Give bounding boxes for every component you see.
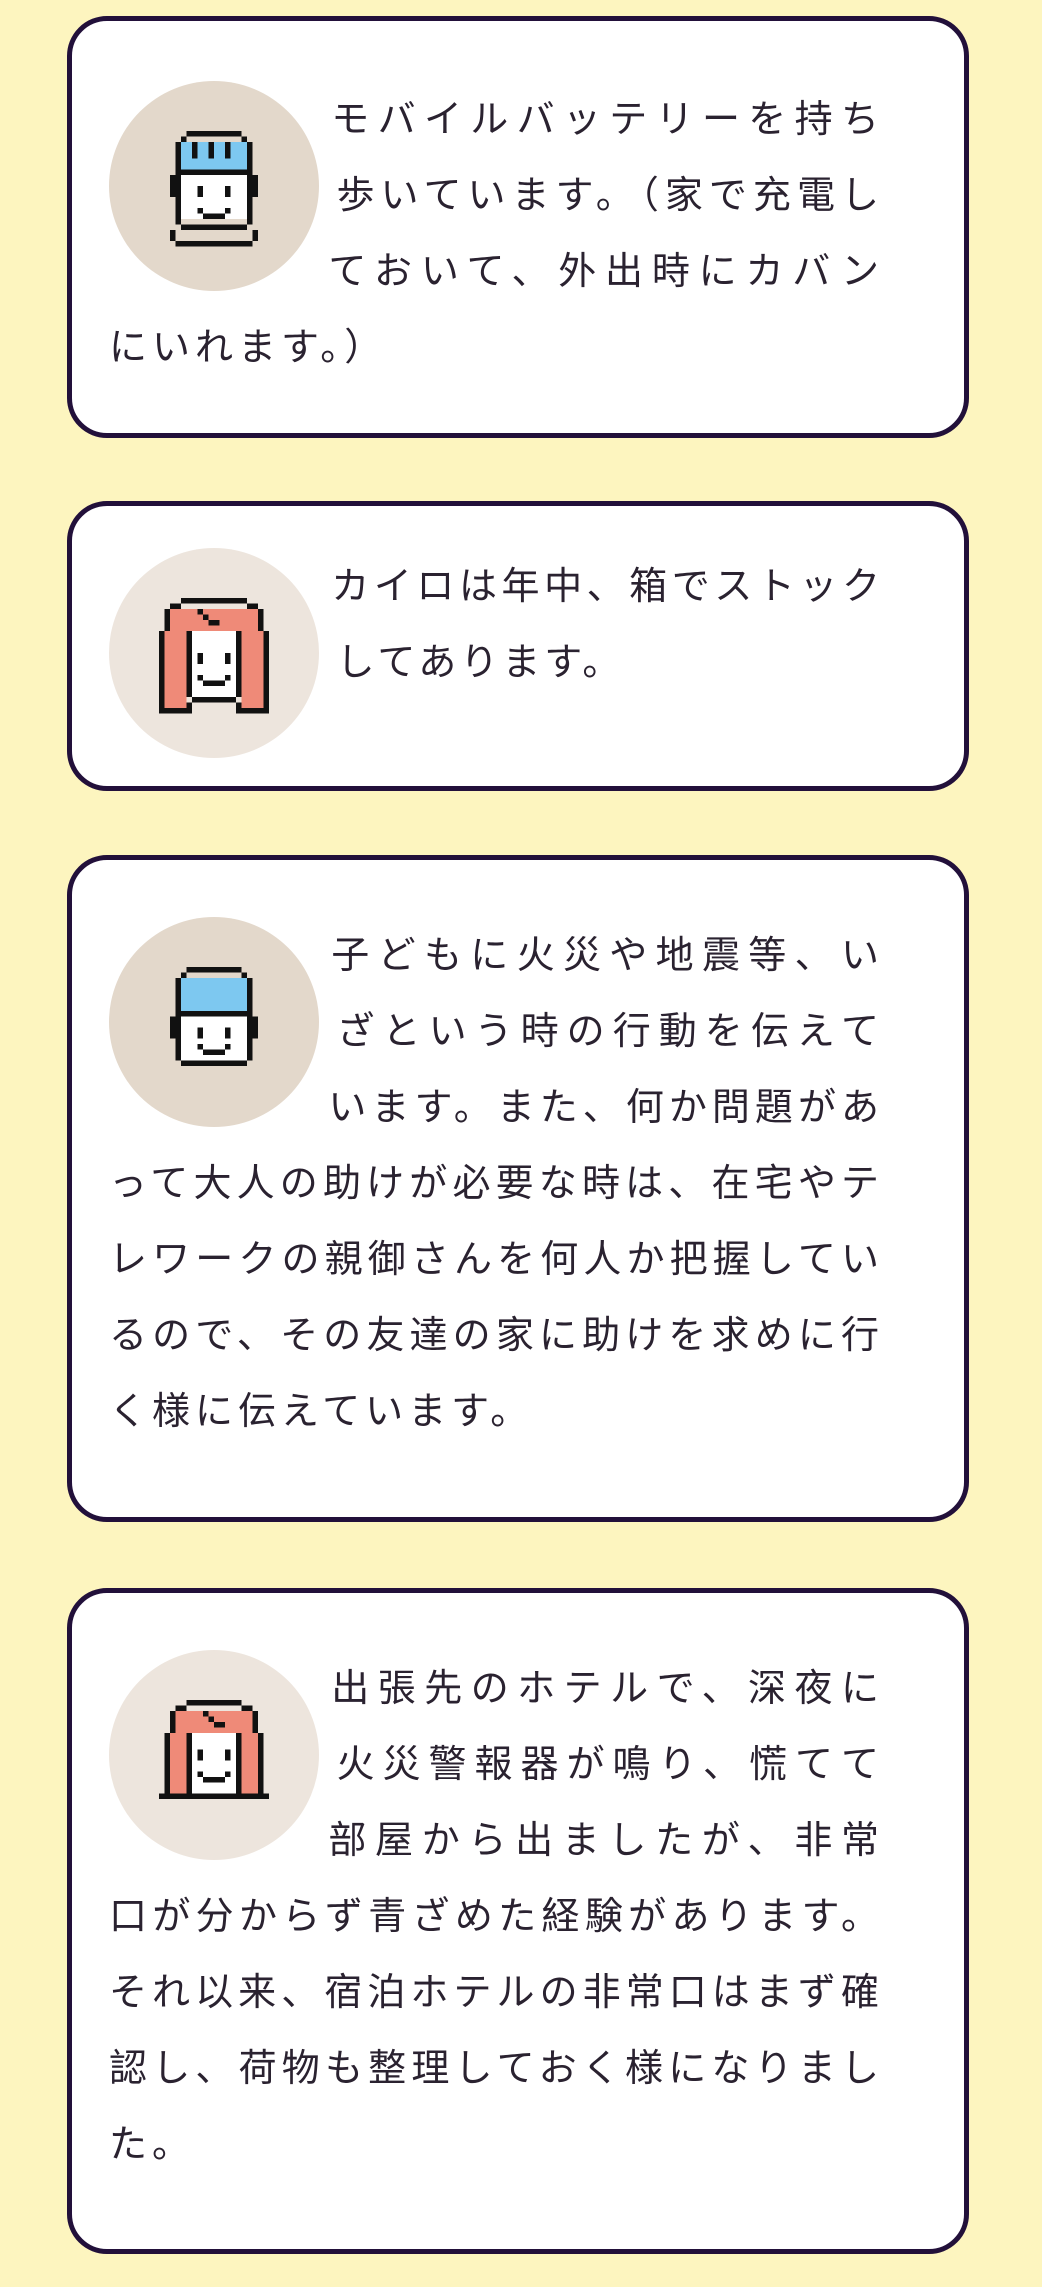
blue-hair-boy-icon [170,131,258,247]
comment-card: 子どもに火災や地震等、いざという時の行動を伝えています。また、何か問題があって大… [67,855,969,1522]
comment-feed: モバイルバッテリーを持ち歩いています。（家で充電しておいて、外出時にカバンにいれ… [0,0,1042,2287]
comment-card: 出張先のホテルで、深夜に火災警報器が鳴り、慌てて部屋から出ましたが、非常口が分か… [67,1588,969,2254]
pink-long-hair-woman-icon [159,598,269,714]
blue-hair-boy-icon [170,967,258,1066]
avatar [109,917,319,1127]
comment-card: カイロは年中、箱でストックしてあります。 [67,501,969,791]
avatar [109,548,319,758]
avatar [109,81,319,291]
comment-card: モバイルバッテリーを持ち歩いています。（家で充電しておいて、外出時にカバンにいれ… [67,16,969,438]
avatar [109,1650,319,1860]
pink-short-hair-woman-icon [159,1700,269,1799]
